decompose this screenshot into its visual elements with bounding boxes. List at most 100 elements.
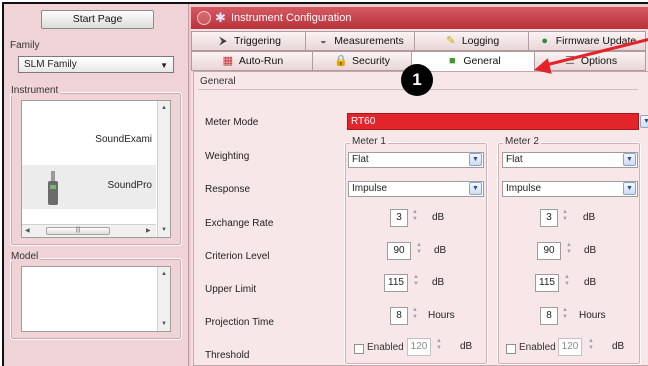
meter-2-threshold-checkbox[interactable] [506,344,516,354]
title-bar: ✱ Instrument Configuration [191,7,648,29]
meter-1-exchange-rate-input[interactable]: 3 [390,209,408,227]
globe-icon: ● [541,35,549,47]
meter-mode-select[interactable]: RT60 ▼ [347,113,648,130]
spinner-icon[interactable]: ▲ ▼ [587,338,595,356]
tab-general[interactable]: ■ General [411,51,535,71]
scroll-up-icon[interactable]: ▲ [161,105,167,111]
green-square-icon: ■ [448,55,456,67]
app-window: Start Page Family SLM Family ▼ Instrumen… [2,2,648,366]
unit-label: dB [460,341,473,352]
meter-2-criterion-level-input[interactable]: 90 [537,242,561,260]
unit-label: dB [612,341,625,352]
pencil-icon: ✎ [446,35,456,47]
meter-mode-label: Meter Mode [205,117,259,128]
family-select[interactable]: SLM Family ▼ [18,56,174,73]
model-list: ▲ ▼ [21,266,171,332]
scroll-down-icon[interactable]: ▼ [161,321,167,327]
scroll-up-icon[interactable]: ▲ [161,271,167,277]
spinner-icon[interactable]: ▲ ▼ [561,307,569,325]
instrument-label: Instrument [11,85,61,96]
family-label: Family [10,40,40,51]
family-value: SLM Family [24,59,77,70]
meter-2-weighting-select[interactable]: Flat ▼ [502,152,638,168]
unit-label: dB [583,212,596,223]
calendar-icon: ▦ [222,55,234,67]
horizontal-scrollbar[interactable]: ◀ ||| ▶ [22,224,156,237]
tab-measurements[interactable]: ◒ Measurements [305,31,415,51]
spinner-icon[interactable]: ▲ ▼ [565,242,573,260]
chevron-down-icon[interactable]: ▼ [623,182,636,195]
projection-time-label: Projection Time [205,317,274,328]
unit-label: dB [432,277,445,288]
scroll-thumb[interactable]: ||| [46,227,110,235]
instrument-name: SoundExami [95,134,152,145]
general-panel: General Meter Mode RT60 ▼ Meter 1 Meter … [193,71,648,366]
scroll-down-icon[interactable]: ▼ [161,227,167,233]
chevron-down-icon: ▼ [160,61,168,70]
start-page-button[interactable]: Start Page [41,10,154,29]
unit-label: Hours [579,310,606,321]
callout-badge: 1 [401,64,433,96]
meter-1-projection-time-input[interactable]: 8 [390,307,408,325]
model-label: Model [11,251,41,262]
upper-limit-label: Upper Limit [205,284,257,295]
lock-icon: 🔒 [334,55,348,67]
tab-triggering[interactable]: ⮞ Triggering [191,31,306,51]
unit-label: dB [432,212,445,223]
sound-meter-icon [46,171,60,205]
tab-auto-run[interactable]: ▦ Auto-Run [191,51,313,71]
unit-label: dB [584,277,597,288]
spinner-icon[interactable]: ▲ ▼ [411,307,419,325]
criterion-level-label: Criterion Level [205,251,270,262]
tab-row-1: ⮞ Triggering ◒ Measurements ✎ Logging ● Firm… [191,31,648,51]
list-item[interactable]: SoundPro [22,165,156,209]
instrument-configuration-dialog: ✱ Instrument Configuration ⮞ Triggering ◒… [191,7,648,366]
spinner-icon[interactable]: ▲ ▼ [415,242,423,260]
enabled-label: Enabled [519,342,556,353]
meter-1-criterion-level-input[interactable]: 90 [387,242,411,260]
unit-label: Hours [428,310,455,321]
instrument-name: SoundPro [107,180,152,191]
window-menu-icon[interactable] [197,11,211,25]
enabled-label: Enabled [367,342,404,353]
chevron-down-icon[interactable]: ▼ [469,153,482,166]
meter-1-threshold-input[interactable]: 120 [407,338,431,356]
vertical-scrollbar[interactable]: ▲ ▼ [157,267,170,331]
meter-2-projection-time-input[interactable]: 8 [540,307,558,325]
meter-2-exchange-rate-input[interactable]: 3 [540,209,558,227]
meter-mode-value: RT60 [351,116,376,127]
gear-icon: ✱ [215,10,226,25]
meter-1-threshold-checkbox[interactable] [354,344,364,354]
meter-2-upper-limit-input[interactable]: 115 [535,274,559,292]
meter-1-weighting-select[interactable]: Flat ▼ [348,152,484,168]
spinner-icon[interactable]: ▲ ▼ [563,274,571,292]
threshold-label: Threshold [205,350,250,361]
spinner-icon[interactable]: ▲ ▼ [412,274,420,292]
list-item[interactable]: SoundExami [22,119,156,163]
chevron-down-icon[interactable]: ▼ [640,115,648,128]
weighting-label: Weighting [205,151,250,162]
gauge-icon: ◒ [319,35,327,47]
response-label: Response [205,184,251,195]
spinner-icon[interactable]: ▲ ▼ [411,209,419,227]
chevron-down-icon[interactable]: ▼ [469,182,482,195]
meter-2-response-select[interactable]: Impulse ▼ [502,181,638,197]
left-panel: Start Page Family SLM Family ▼ Instrumen… [4,4,189,366]
scroll-right-icon[interactable]: ▶ [146,227,151,234]
unit-label: dB [584,245,597,256]
tab-security[interactable]: 🔒 Security [312,51,412,71]
meter-1-upper-limit-input[interactable]: 115 [384,274,408,292]
spinner-icon[interactable]: ▲ ▼ [435,338,443,356]
tab-firmware-update[interactable]: ● Firmware Update [528,31,646,51]
meter-2-threshold-input[interactable]: 120 [558,338,582,356]
exchange-rate-label: Exchange Rate [205,218,274,229]
chevron-down-icon[interactable]: ▼ [623,153,636,166]
section-title: General [200,76,236,87]
dialog-title: Instrument Configuration [231,12,352,24]
vertical-scrollbar[interactable]: ▲ ▼ [157,101,170,237]
spinner-icon[interactable]: ▲ ▼ [561,209,569,227]
unit-label: dB [434,245,447,256]
scroll-left-icon[interactable]: ◀ [25,227,30,234]
meter-1-response-select[interactable]: Impulse ▼ [348,181,484,197]
tab-logging[interactable]: ✎ Logging [414,31,529,51]
